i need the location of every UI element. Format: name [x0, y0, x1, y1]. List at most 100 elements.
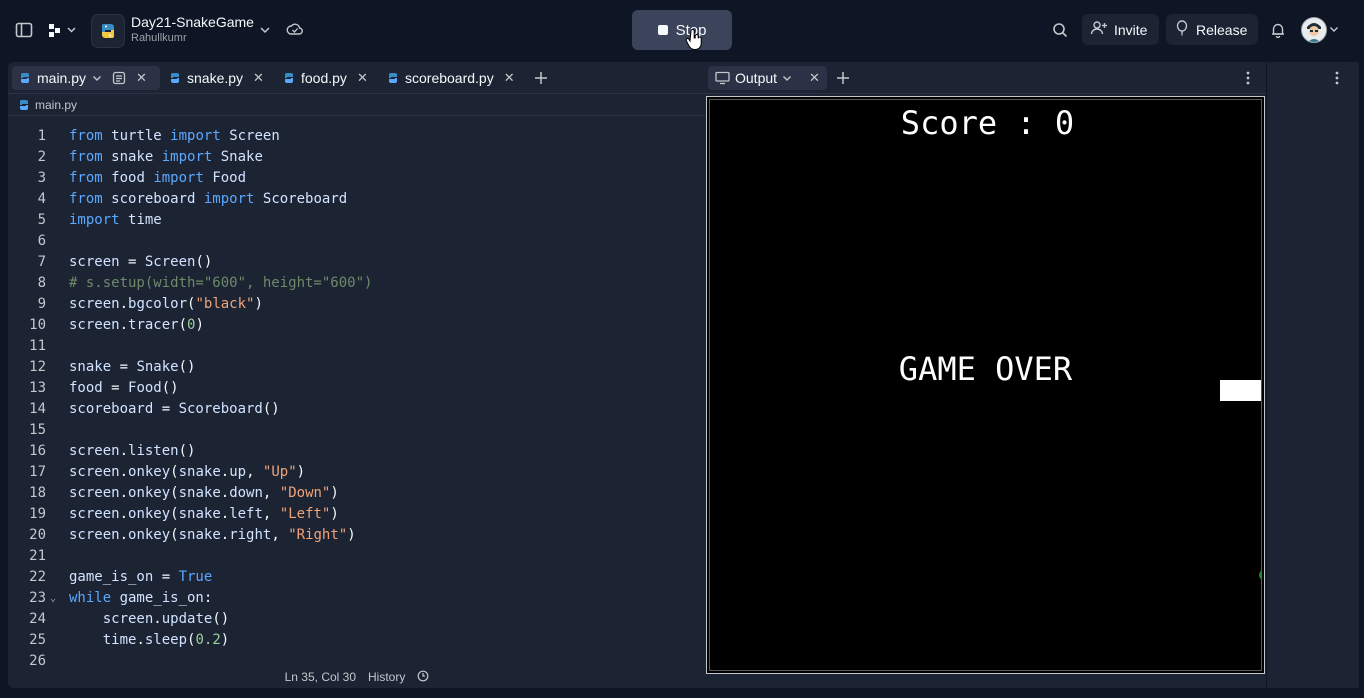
code-line[interactable]: 6 — [8, 231, 706, 252]
code-line[interactable]: 1 from turtle import Screen — [8, 126, 706, 147]
kebab-menu-icon[interactable] — [1331, 69, 1343, 87]
code-line[interactable]: 9 screen.bgcolor("black") — [8, 294, 706, 315]
code-text: import time — [69, 210, 162, 231]
breadcrumb-file[interactable]: main.py — [35, 98, 77, 112]
code-line[interactable]: 12 snake = Snake() — [8, 357, 706, 378]
apps-menu-icon[interactable] — [46, 20, 80, 40]
close-icon[interactable]: ✕ — [136, 70, 147, 86]
code-line[interactable]: 11 — [8, 336, 706, 357]
close-icon[interactable]: ✕ — [357, 70, 368, 86]
close-icon[interactable]: ✕ — [253, 70, 264, 86]
code-line[interactable]: 22 game_is_on = True — [8, 567, 706, 588]
invite-label: Invite — [1114, 21, 1148, 38]
code-line[interactable]: 21 — [8, 546, 706, 567]
code-token: ) — [254, 296, 263, 312]
tab-food-py[interactable]: food.py ✕ — [276, 66, 375, 90]
code-line[interactable]: 23 ⌄ while game_is_on: — [8, 588, 706, 609]
document-outline-icon[interactable] — [112, 71, 126, 85]
code-line[interactable]: 2 from snake import Snake — [8, 147, 706, 168]
code-token: = — [111, 380, 129, 396]
balloon-icon — [1174, 20, 1190, 39]
invite-button[interactable]: Invite — [1082, 14, 1159, 45]
code-line[interactable]: 4 from scoreboard import Scoreboard — [8, 189, 706, 210]
code-token: = — [128, 254, 145, 270]
code-line[interactable]: 7 screen = Screen() — [8, 252, 706, 273]
code-token: scoreboard — [69, 401, 162, 417]
code-token: , — [262, 485, 280, 501]
code-text: from scoreboard import Scoreboard — [69, 189, 347, 210]
code-line[interactable]: 15 — [8, 420, 706, 441]
breadcrumb: main.py — [8, 94, 706, 116]
code-token: True — [178, 569, 213, 585]
cursor-position[interactable]: Ln 35, Col 30 — [285, 670, 356, 684]
code-token: ) — [347, 527, 356, 543]
tab-label: snake.py — [187, 70, 244, 86]
chevron-down-icon[interactable] — [782, 73, 792, 83]
code-line[interactable]: 24 screen.update() — [8, 609, 706, 630]
history-link[interactable]: History — [368, 670, 405, 684]
tab-output[interactable]: Output ✕ — [708, 66, 827, 90]
output-panel: Output ✕ Score : 0 GAME OVER — [706, 62, 1266, 688]
code-editor[interactable]: 1 from turtle import Screen 2 from snake im… — [8, 126, 706, 672]
line-number: 17 — [29, 464, 46, 480]
bell-icon[interactable] — [1268, 20, 1288, 40]
editor-tab-bar: main.py ✕ snake.py ✕ food.py ✕ scoreboar… — [8, 62, 706, 94]
line-number: 25 — [29, 632, 46, 648]
chevron-down-icon[interactable] — [258, 22, 272, 38]
close-icon[interactable]: ✕ — [504, 70, 515, 86]
code-text: screen.onkey(snake.down, "Down") — [69, 483, 339, 504]
code-token: ) — [220, 632, 230, 648]
code-line[interactable]: 8 # s.setup(width="600", height="600") — [8, 273, 706, 294]
chevron-down-icon[interactable] — [92, 73, 102, 83]
cloud-icon[interactable] — [284, 20, 306, 40]
turtle-window[interactable]: Score : 0 GAME OVER — [706, 96, 1265, 674]
code-line[interactable]: 20 screen.onkey(snake.right, "Right") — [8, 525, 706, 546]
line-number: 24 — [29, 611, 46, 627]
stop-button[interactable]: Stop — [632, 10, 732, 50]
avatar[interactable] — [1301, 17, 1327, 43]
code-token: "Down" — [279, 485, 331, 501]
game-canvas[interactable]: Score : 0 GAME OVER — [709, 99, 1262, 671]
tab-main-py[interactable]: main.py ✕ — [12, 66, 160, 90]
code-line[interactable]: 19 screen.onkey(snake.left, "Left") — [8, 504, 706, 525]
sidebar-toggle-icon[interactable] — [14, 20, 34, 40]
code-token: Food — [128, 380, 162, 396]
code-line[interactable]: 18 screen.onkey(snake.down, "Down") — [8, 483, 706, 504]
add-tab-icon[interactable] — [834, 69, 852, 87]
repl-logo-icon[interactable] — [91, 14, 125, 48]
code-token: . — [119, 506, 129, 522]
avatar-chevron-icon[interactable] — [1328, 22, 1340, 36]
line-number: 10 — [29, 317, 46, 333]
code-line[interactable]: 5 import time — [8, 210, 706, 231]
code-text: scoreboard = Scoreboard() — [69, 399, 280, 420]
code-line[interactable]: 13 food = Food() — [8, 378, 706, 399]
line-number: 16 — [29, 443, 46, 459]
code-token: onkey — [128, 506, 171, 522]
tab-label: scoreboard.py — [405, 70, 494, 86]
kebab-menu-icon[interactable] — [1242, 69, 1254, 87]
code-token: 0.2 — [195, 632, 221, 648]
close-icon[interactable]: ✕ — [809, 70, 820, 86]
code-token: screen — [69, 464, 120, 480]
code-token: game_is_on — [119, 590, 204, 606]
code-token: , — [246, 464, 263, 480]
tab-snake-py[interactable]: snake.py ✕ — [162, 66, 271, 90]
tab-scoreboard-py[interactable]: scoreboard.py ✕ — [380, 66, 522, 90]
code-line[interactable]: 25 time.sleep(0.2) — [8, 630, 706, 651]
repl-name[interactable]: Day21-SnakeGame — [131, 14, 254, 30]
code-line[interactable]: 10 screen.tracer(0) — [8, 315, 706, 336]
code-token: snake — [178, 506, 221, 522]
repl-owner[interactable]: Rahullkumr — [131, 32, 187, 44]
code-token: tracer — [128, 317, 179, 333]
code-line[interactable]: 17 screen.onkey(snake.up, "Up") — [8, 462, 706, 483]
fold-chevron-icon[interactable]: ⌄ — [50, 588, 56, 609]
code-token: . — [119, 464, 129, 480]
code-token: left — [229, 506, 263, 522]
code-line[interactable]: 14 scoreboard = Scoreboard() — [8, 399, 706, 420]
code-line[interactable]: 3 from food import Food — [8, 168, 706, 189]
release-button[interactable]: Release — [1166, 14, 1258, 45]
search-icon[interactable] — [1050, 20, 1070, 40]
code-line[interactable]: 16 screen.listen() — [8, 441, 706, 462]
add-tab-icon[interactable] — [532, 69, 550, 87]
code-text: from turtle import Screen — [69, 126, 280, 147]
